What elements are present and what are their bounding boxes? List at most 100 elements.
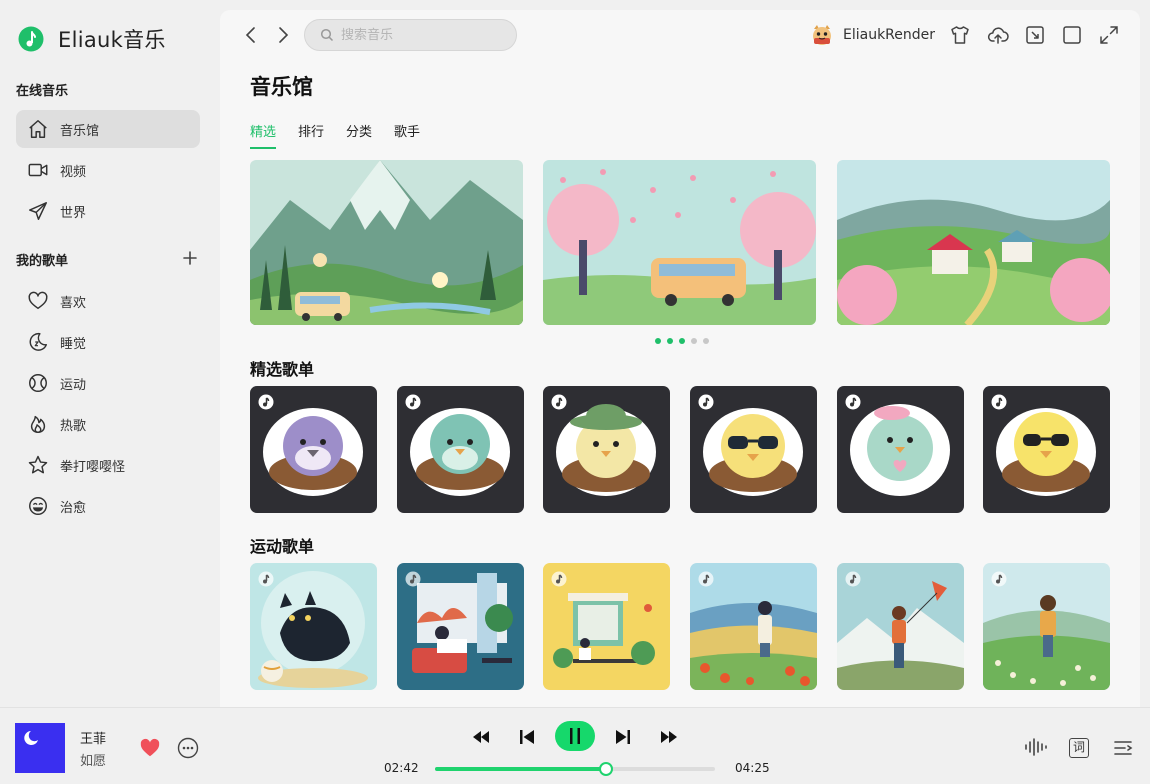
- online-music-title: 在线音乐: [16, 84, 69, 99]
- sound-wave-icon[interactable]: [1023, 737, 1047, 757]
- search-icon: [320, 28, 334, 42]
- sidebar-item-hot[interactable]: 热歌: [16, 405, 200, 443]
- pause-button[interactable]: [555, 721, 595, 751]
- heart-icon: [28, 291, 48, 310]
- main-panel: EliaukRender 音乐馆 精选 排行 分类 歌手: [220, 10, 1140, 707]
- moon-icon: [29, 332, 47, 351]
- lyrics-button[interactable]: 词: [1069, 738, 1089, 758]
- sidebar-item-video[interactable]: 视频: [16, 151, 200, 189]
- playlist-card[interactable]: [397, 386, 524, 513]
- user-profile[interactable]: EliaukRender: [810, 23, 935, 47]
- playlist-card[interactable]: [690, 563, 817, 690]
- playlist-badge-icon: [551, 394, 567, 410]
- playlist-card[interactable]: [543, 386, 670, 513]
- pause-icon: [570, 728, 580, 744]
- banner-blossom-van[interactable]: [543, 160, 816, 325]
- progress-bar[interactable]: [435, 762, 715, 776]
- playlist-card[interactable]: [837, 563, 964, 690]
- sidebar-item-music-hall[interactable]: 音乐馆: [16, 110, 200, 148]
- playlist-card[interactable]: [690, 386, 817, 513]
- search-box[interactable]: [304, 19, 517, 51]
- tab-bar: 精选 排行 分类 歌手: [250, 121, 442, 149]
- moon-cover-image: [24, 731, 38, 745]
- star-icon: [28, 455, 48, 474]
- app-name: Eliauk音乐: [58, 28, 166, 52]
- shirt-icon[interactable]: [949, 24, 971, 46]
- playlist-badge-icon: [845, 571, 861, 587]
- mini-mode-icon[interactable]: [1024, 24, 1046, 46]
- sidebar-item-healing[interactable]: 治愈: [16, 487, 200, 525]
- sidebar-item-label: 治愈: [60, 500, 87, 516]
- back-arrow-icon[interactable]: [240, 24, 262, 46]
- fire-icon: [30, 415, 46, 433]
- fast-forward-icon[interactable]: [658, 726, 680, 748]
- playlist-badge-icon: [405, 571, 421, 587]
- playlist-badge-icon: [991, 571, 1007, 587]
- sidebar-item-label: 视频: [60, 164, 87, 180]
- playlist-badge-icon: [845, 394, 861, 410]
- rewind-icon[interactable]: [470, 726, 492, 748]
- progress-knob[interactable]: [598, 762, 613, 776]
- sidebar-item-sport[interactable]: 运动: [16, 364, 200, 402]
- playlist-badge-icon: [258, 571, 274, 587]
- fullscreen-icon[interactable]: [1098, 24, 1120, 46]
- forward-arrow-icon[interactable]: [272, 24, 294, 46]
- playlist-card[interactable]: [397, 563, 524, 690]
- song-title[interactable]: 王菲: [80, 728, 106, 747]
- playlist-badge-icon: [551, 571, 567, 587]
- tab-singer[interactable]: 歌手: [394, 121, 420, 149]
- app-logo[interactable]: Eliauk音乐: [18, 24, 166, 54]
- ball-icon: [29, 374, 47, 392]
- carousel-dot[interactable]: [691, 338, 697, 344]
- search-input[interactable]: [341, 25, 501, 45]
- sidebar-item-label: 睡觉: [60, 336, 87, 352]
- send-icon: [29, 202, 47, 220]
- tab-featured[interactable]: 精选: [250, 121, 277, 149]
- sidebar-item-world[interactable]: 世界: [16, 192, 200, 230]
- sidebar-item-sleep[interactable]: 睡觉: [16, 323, 200, 361]
- sidebar-item-like[interactable]: 喜欢: [16, 282, 200, 320]
- sidebar-item-custom[interactable]: 拳打嘤嘤怪: [16, 446, 200, 484]
- more-icon[interactable]: [177, 737, 199, 759]
- carousel-dot[interactable]: [667, 338, 673, 344]
- add-playlist-icon[interactable]: [181, 249, 199, 267]
- next-icon[interactable]: [612, 726, 634, 748]
- banner-mountain-valley[interactable]: [250, 160, 523, 325]
- tab-category[interactable]: 分类: [346, 121, 372, 149]
- carousel-dot[interactable]: [703, 338, 709, 344]
- window-icon[interactable]: [1061, 24, 1083, 46]
- heart-filled-icon[interactable]: [139, 737, 161, 759]
- sidebar-item-label: 热歌: [60, 418, 87, 434]
- music-note-icon: [18, 26, 44, 52]
- player-bar: 王菲 如愿 02:42 04:25 词: [0, 707, 1150, 784]
- tab-ranking[interactable]: 排行: [298, 121, 324, 149]
- banner-hill-cottage[interactable]: [837, 160, 1110, 325]
- upload-cloud-icon[interactable]: [987, 24, 1009, 46]
- sport-playlists-title: 运动歌单: [250, 537, 315, 556]
- album-cover[interactable]: [15, 723, 65, 773]
- my-playlists-title: 我的歌单: [16, 254, 69, 269]
- avatar: [813, 25, 831, 45]
- playlist-badge-icon: [258, 394, 274, 410]
- playlist-card[interactable]: [543, 563, 670, 690]
- playlist-card[interactable]: [250, 386, 377, 513]
- playlist-card[interactable]: [983, 563, 1110, 690]
- playlist-card[interactable]: [837, 386, 964, 513]
- video-icon: [28, 163, 48, 177]
- playlist-card[interactable]: [250, 563, 377, 690]
- sidebar-item-label: 音乐馆: [60, 123, 100, 139]
- page-title: 音乐馆: [250, 75, 313, 99]
- playlist-badge-icon: [405, 394, 421, 410]
- playlist-card[interactable]: [983, 386, 1110, 513]
- progress-fill: [435, 767, 606, 771]
- sidebar-item-label: 喜欢: [60, 295, 87, 311]
- carousel-dot[interactable]: [655, 338, 661, 344]
- artist-name[interactable]: 如愿: [80, 750, 106, 769]
- previous-icon[interactable]: [516, 726, 538, 748]
- carousel-indicator: [655, 338, 715, 344]
- sidebar-item-label: 拳打嘤嘤怪: [60, 459, 126, 475]
- home-icon: [29, 120, 47, 138]
- carousel-dot[interactable]: [679, 338, 685, 344]
- total-time: 04:25: [735, 761, 770, 775]
- playlist-queue-icon[interactable]: [1113, 738, 1133, 758]
